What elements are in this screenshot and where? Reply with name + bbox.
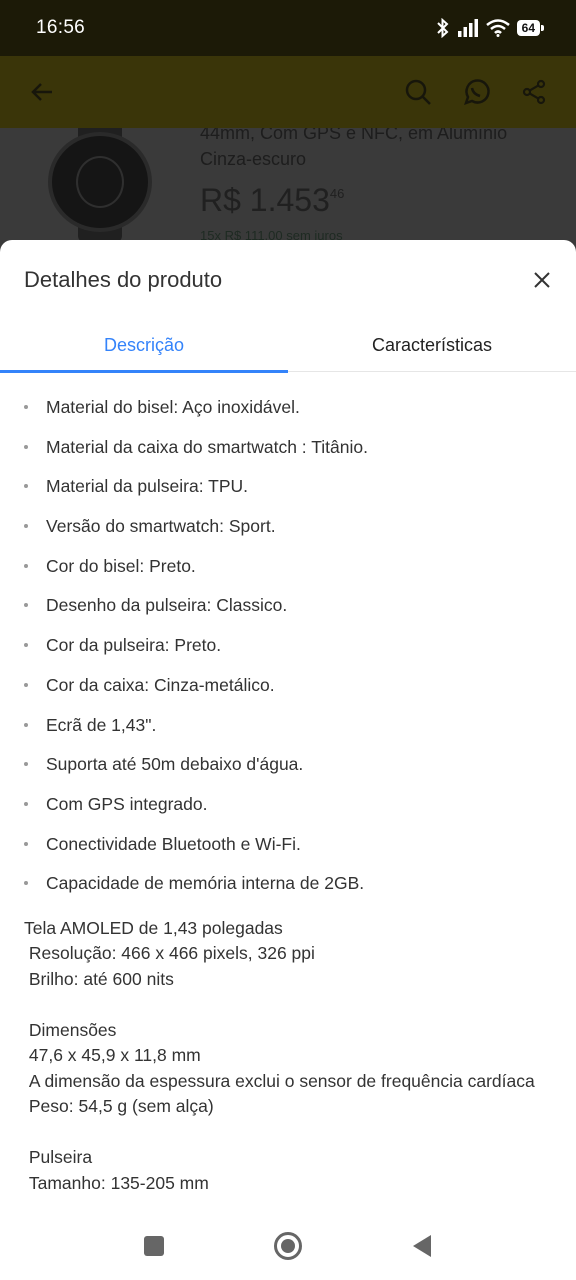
- recents-button[interactable]: [136, 1228, 172, 1264]
- close-icon: [534, 272, 550, 288]
- share-icon: [522, 79, 546, 105]
- signal-icon: [457, 19, 478, 37]
- whatsapp-button[interactable]: [454, 70, 498, 114]
- description-content[interactable]: Material do bisel: Aço inoxidável. Mater…: [0, 374, 576, 1210]
- product-image: [44, 128, 156, 242]
- description-text: Tela AMOLED de 1,43 polegadas Resolução:…: [24, 917, 535, 1193]
- tab-bar: Descrição Características: [0, 320, 576, 373]
- list-item: Material do bisel: Aço inoxidável.: [24, 394, 552, 434]
- home-icon: [274, 1232, 302, 1260]
- list-item: Capacidade de memória interna de 2GB.: [24, 870, 552, 910]
- whatsapp-icon: [464, 79, 490, 105]
- battery-indicator: 64: [516, 20, 545, 36]
- list-item: Cor da pulseira: Preto.: [24, 632, 552, 672]
- status-time: 16:56: [36, 17, 86, 38]
- feature-list: Material do bisel: Aço inoxidável. Mater…: [24, 394, 552, 910]
- list-item: Ecrã de 1,43".: [24, 712, 552, 752]
- bluetooth-icon: [436, 18, 449, 38]
- list-item: Suporta até 50m debaixo d'água.: [24, 751, 552, 791]
- back-arrow-icon: [31, 83, 52, 101]
- list-item: Conectividade Bluetooth e Wi-Fi.: [24, 831, 552, 871]
- close-button[interactable]: [524, 262, 560, 298]
- home-button[interactable]: [270, 1228, 306, 1264]
- price-main: R$ 1.453: [200, 182, 330, 218]
- product-title: 44mm, Com GPS e NFC, em Alumínio Cinza-e…: [200, 128, 508, 169]
- status-bar: 16:56 64: [0, 0, 576, 56]
- list-item: Cor do bisel: Preto.: [24, 553, 552, 593]
- back-nav-button[interactable]: [404, 1228, 440, 1264]
- product-price: R$ 1.45346: [200, 182, 344, 219]
- list-item: Versão do smartwatch: Sport.: [24, 513, 552, 553]
- list-item: Material da pulseira: TPU.: [24, 473, 552, 513]
- sheet-title: Detalhes do produto: [24, 267, 223, 292]
- search-icon: [405, 79, 431, 105]
- status-icons: 64: [436, 18, 545, 38]
- list-item: Material da caixa do smartwatch : Titâni…: [24, 434, 552, 474]
- tab-caracteristicas[interactable]: Características: [288, 320, 576, 371]
- list-item: Cor da caixa: Cinza-metálico.: [24, 672, 552, 712]
- list-item: Com GPS integrado.: [24, 791, 552, 831]
- back-triangle-icon: [413, 1235, 431, 1257]
- share-button[interactable]: [512, 70, 556, 114]
- search-button[interactable]: [396, 70, 440, 114]
- wifi-icon: [485, 19, 510, 37]
- list-item: Desenho da pulseira: Classico.: [24, 592, 552, 632]
- tab-indicator: [0, 370, 288, 373]
- tab-descricao[interactable]: Descrição: [0, 320, 288, 371]
- product-details-sheet: Detalhes do produto Descrição Caracterís…: [0, 240, 576, 1280]
- app-bar: [0, 56, 576, 128]
- system-nav-bar: [0, 1212, 576, 1280]
- price-cents: 46: [329, 186, 345, 201]
- sheet-header: Detalhes do produto: [0, 240, 576, 320]
- back-button[interactable]: [20, 70, 64, 114]
- recents-icon: [144, 1236, 164, 1256]
